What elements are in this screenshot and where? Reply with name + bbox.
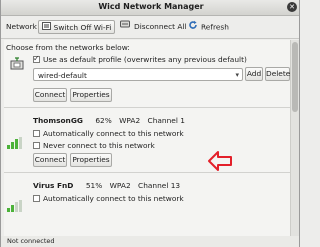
disconnect-all-label: Disconnect All <box>134 22 187 31</box>
signal-strength-icon <box>7 137 23 149</box>
auto-connect-checkbox[interactable] <box>33 130 40 137</box>
network-security: WPA2 <box>119 116 141 125</box>
refresh-button[interactable]: Refresh <box>188 20 229 34</box>
network-list: Choose from the networks below: Use as d… <box>4 40 290 247</box>
use-default-profile-checkbox[interactable] <box>33 54 40 63</box>
chevron-down-icon: ▾ <box>235 71 239 79</box>
network-strength: 51% <box>85 181 103 190</box>
add-profile-button[interactable]: Add <box>245 67 263 81</box>
title-bar: Wicd Network Manager ✕ <box>1 0 299 16</box>
toolbar: Network Switch Off Wi-Fi Disconnect All … <box>1 16 299 38</box>
disconnect-icon <box>120 20 131 34</box>
choose-networks-label: Choose from the networks below: <box>6 43 130 52</box>
section-divider <box>4 107 290 108</box>
network-properties-button[interactable]: Properties <box>70 153 112 167</box>
network-label: Network <box>6 22 37 31</box>
wired-properties-button[interactable]: Properties <box>70 88 112 102</box>
wired-profile-dropdown[interactable]: wired-default ▾ <box>33 68 243 81</box>
left-arrow-icon <box>207 150 233 174</box>
status-bar: Not connected <box>1 236 299 247</box>
network-row-virus-fnd: Virus FnD 51% WPA2 Channel 13 <box>33 181 180 190</box>
wifi-switch-icon <box>41 21 51 35</box>
disconnect-all-button[interactable]: Disconnect All <box>120 20 187 34</box>
delete-profile-button[interactable]: Delete <box>265 67 290 81</box>
switch-off-wifi-button[interactable]: Switch Off Wi-Fi <box>38 20 115 34</box>
wired-profile-value: wired-default <box>38 71 87 80</box>
never-connect-checkbox[interactable] <box>33 142 40 149</box>
network-row-thomsongg: ThomsonGG 62% WPA2 Channel 1 <box>33 116 185 125</box>
network-connect-button[interactable]: Connect <box>33 153 67 167</box>
network-channel: Channel 13 <box>138 181 181 190</box>
signal-strength-icon <box>7 200 23 212</box>
refresh-icon <box>188 20 198 35</box>
auto-connect-label: Automatically connect to this network <box>43 194 184 203</box>
wired-connect-button[interactable]: Connect <box>33 88 67 102</box>
auto-connect-checkbox[interactable] <box>33 195 40 202</box>
wicd-window: Wicd Network Manager ✕ Network Switch Of… <box>0 0 300 247</box>
switch-off-wifi-label: Switch Off Wi-Fi <box>53 23 112 32</box>
window-title: Wicd Network Manager <box>98 2 204 11</box>
network-channel: Channel 1 <box>147 116 185 125</box>
wired-icon <box>10 57 25 73</box>
list-scrollbar[interactable] <box>290 40 299 247</box>
refresh-label: Refresh <box>201 22 229 32</box>
close-icon[interactable]: ✕ <box>287 2 297 12</box>
network-divider <box>4 172 290 173</box>
auto-connect-label: Automatically connect to this network <box>43 129 184 138</box>
never-connect-label: Never connect to this network <box>43 141 155 150</box>
scrollbar-thumb[interactable] <box>292 42 298 112</box>
toolbar-separator <box>1 38 299 39</box>
network-ssid: Virus FnD <box>33 181 74 190</box>
use-default-profile-label: Use as default profile (overwrites any p… <box>43 55 247 64</box>
network-security: WPA2 <box>109 181 131 190</box>
network-strength: 62% <box>95 116 112 125</box>
network-ssid: ThomsonGG <box>33 116 83 125</box>
connection-status: Not connected <box>7 237 55 245</box>
